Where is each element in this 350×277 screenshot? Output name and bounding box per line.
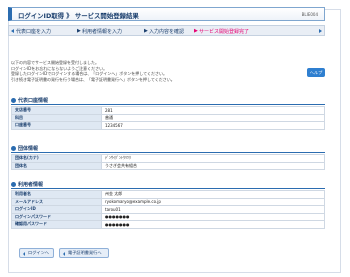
step-separator-icon: ▶: [144, 28, 148, 34]
bullet-icon: [11, 97, 16, 103]
divider: [11, 104, 325, 105]
page-title: ログインID取得 》 サービス開始登録結果: [18, 12, 139, 20]
table-row: 団体名(カナ) ﾃﾞﾝｻｲｸﾞﾝﾄｳﾘﾂｸ: [11, 154, 325, 163]
arrow-left-icon: [23, 252, 25, 256]
section-user-heading: 利用者情報: [11, 181, 43, 188]
table-row: 支店番号 281: [11, 106, 325, 115]
screen-code: BLIE004: [301, 12, 318, 17]
certificate-button[interactable]: 電子証明書発行へ: [59, 248, 109, 258]
table-row: ログインパスワード ●●●●●●●: [11, 212, 325, 221]
section-group-heading: 団体情報: [11, 145, 38, 152]
page-container: [8, 9, 341, 273]
step-1: 代表口座を入力: [16, 29, 52, 35]
bullet-icon: [11, 181, 16, 187]
step-4-current: サービス開始登録完了: [199, 29, 250, 35]
step-2: 利用者情報を入力: [82, 29, 123, 35]
arrow-left-icon: [63, 252, 65, 256]
section-account-heading: 代表口座情報: [11, 97, 48, 104]
intro-line: 引き続き電子証明書の発行を行う場合は、「電子証明書発行へ」ボタンを押してください…: [11, 76, 175, 82]
help-button[interactable]: ヘルプ: [307, 68, 325, 77]
arrow-left-icon: [11, 29, 14, 33]
account-table: 支店番号 281 科目 普通 口座番号 1234567: [11, 106, 325, 130]
bullet-icon: [11, 145, 16, 151]
page-header: ログインID取得 》 サービス開始登録結果 BLIE004: [8, 7, 325, 21]
table-row: ログインID tarou01: [11, 205, 325, 214]
table-row: 団体名 うさぎ会共有組合: [11, 161, 325, 170]
step-separator-icon: ▶: [77, 28, 81, 34]
table-row: メールアドレス ryokomaryo@example.co.jp: [11, 197, 325, 206]
step-3: 入力内容を確認: [149, 29, 185, 35]
group-table: 団体名(カナ) ﾃﾞﾝｻｲｸﾞﾝﾄｳﾘﾂｸ 団体名 うさぎ会共有組合: [11, 154, 325, 170]
intro-text: 以下の内容でサービス開始登録を受付しました。 ログインIDをお忘れにならないよう…: [11, 60, 271, 82]
step-progress: 代表口座を入力 ▶ 利用者情報を入力 ▶ 入力内容を確認 ▶ サービス開始登録完…: [8, 25, 325, 36]
table-row: 確認用パスワード ●●●●●●●: [11, 220, 325, 229]
divider: [11, 188, 325, 189]
user-table: 利用者名 州金 太郎 メールアドレス ryokomaryo@example.co.j…: [11, 190, 325, 229]
step-separator-icon: ▶: [194, 28, 198, 34]
arrow-right-icon: [319, 29, 322, 33]
divider: [11, 152, 325, 153]
table-row: 科目 普通: [11, 113, 325, 122]
table-row: 利用者名 州金 太郎: [11, 190, 325, 199]
login-button[interactable]: ログインへ: [19, 248, 54, 258]
table-row: 口座番号 1234567: [11, 121, 325, 130]
